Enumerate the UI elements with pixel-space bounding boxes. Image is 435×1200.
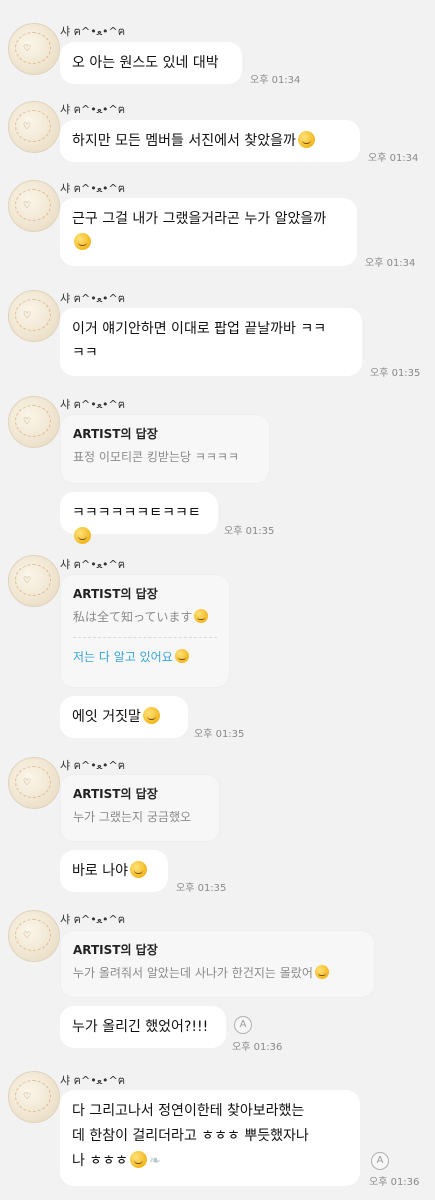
avatar[interactable]: ♡ (8, 101, 60, 153)
heart-icon: ♡ (23, 778, 32, 788)
sender-name: 샤 ฅ^•ﻌ•^ฅ (60, 182, 126, 195)
avatar-doodle (15, 1080, 51, 1112)
message-text-line3: 나 ㅎㅎㅎ (72, 1153, 128, 1169)
smiling-face-emoji-icon (142, 707, 160, 724)
artist-reply-card[interactable]: ARTIST의 답장 누가 그랬는지 궁금했오 (60, 774, 220, 842)
message-bubble[interactable]: 근구 그걸 내가 그랬을거라곤 누가 알았을까 (60, 198, 357, 266)
message-text: 바로 나야 (72, 863, 128, 879)
reply-text: 누가 올려줘서 알았는데 사나가 한건지는 몰랐어 (73, 964, 362, 981)
winking-face-emoji-icon (314, 965, 329, 979)
avatar-doodle (15, 766, 51, 798)
message-time: 오후 01:36 (232, 1042, 283, 1053)
artist-reply-card[interactable]: ARTIST의 답장 누가 올려줘서 알았는데 사나가 한건지는 몰랐어 (60, 930, 375, 998)
avatar-doodle (15, 189, 51, 221)
translation-divider (73, 637, 217, 638)
heart-icon: ♡ (23, 576, 32, 586)
avatar[interactable]: ♡ (8, 290, 60, 342)
message-bubble[interactable]: 하지만 모든 멤버들 서진에서 찾았을까 (60, 120, 360, 162)
reply-title: ARTIST의 답장 (73, 587, 158, 601)
sender-name: 샤 ฅ^•ﻌ•^ฅ (60, 913, 126, 926)
heart-icon: ♡ (23, 311, 32, 321)
message-bubble[interactable]: 다 그리고나서 정연이한테 찾아보라했는 데 한참이 걸리더라고 ㅎㅎㅎ 뿌듯했… (60, 1090, 360, 1186)
avatar[interactable]: ♡ (8, 396, 60, 448)
reply-text: 私は全て知っています (73, 608, 217, 625)
sender-name: 샤 ฅ^•ﻌ•^ฅ (60, 558, 126, 571)
smiling-face-emoji-icon (174, 649, 189, 663)
message-text: 근구 그걸 내가 그랬을거라곤 누가 알았을까 (72, 211, 327, 227)
avatar-doodle (15, 405, 51, 437)
sender-name: 샤 ฅ^•ﻌ•^ฅ (60, 759, 126, 772)
message-time: 오후 01:34 (368, 153, 419, 164)
message-bubble[interactable]: 바로 나야 (60, 850, 168, 892)
message-bubble[interactable]: 오 아는 원스도 있네 대박 (60, 42, 242, 84)
message-time: 오후 01:35 (176, 883, 227, 894)
message-text-line2: ㅋㅋ (72, 345, 98, 361)
message-time: 오후 01:34 (250, 75, 301, 86)
reply-title: ARTIST의 답장 (73, 427, 158, 441)
reply-title: ARTIST의 답장 (73, 943, 158, 957)
sender-name: 샤 ฅ^•ﻌ•^ฅ (60, 292, 126, 305)
heart-icon: ♡ (23, 1092, 32, 1102)
avatar[interactable]: ♡ (8, 180, 60, 232)
heart-icon: ♡ (23, 931, 32, 941)
message-text: 오 아는 원스도 있네 대박 (72, 55, 219, 71)
message-bubble[interactable]: 에잇 거짓말 (60, 696, 188, 738)
heart-icon: ♡ (23, 201, 32, 211)
message-time: 오후 01:35 (370, 368, 421, 379)
heart-icon: ♡ (23, 417, 32, 427)
message-text-line2: 데 한참이 걸리더라고 ㅎㅎㅎ 뿌듯했자나 (72, 1128, 309, 1144)
reply-title: ARTIST의 답장 (73, 787, 158, 801)
sender-name: 샤 ฅ^•ﻌ•^ฅ (60, 1074, 126, 1087)
message-time: 오후 01:35 (194, 729, 245, 740)
avatar[interactable]: ♡ (8, 757, 60, 809)
artist-badge-icon[interactable]: A (234, 1016, 252, 1034)
message-time: 오후 01:36 (369, 1177, 420, 1188)
reply-translation: 저는 다 알고 있어요 (73, 648, 217, 665)
avatar[interactable]: ♡ (8, 23, 60, 75)
reply-text: 누가 그랬는지 궁금했오 (73, 810, 192, 824)
smiling-face-emoji-icon (129, 1151, 147, 1168)
avatar-doodle (15, 32, 51, 64)
message-text: 에잇 거짓말 (72, 709, 141, 725)
smiling-face-emoji-icon (129, 861, 147, 878)
artist-badge-icon[interactable]: A (371, 1152, 389, 1170)
avatar[interactable]: ♡ (8, 555, 60, 607)
message-time: 오후 01:35 (224, 526, 275, 537)
sender-name: 샤 ฅ^•ﻌ•^ฅ (60, 103, 126, 116)
artist-reply-card[interactable]: ARTIST의 답장 私は全て知っています 저는 다 알고 있어요 (60, 574, 230, 688)
avatar-doodle (15, 110, 51, 142)
message-text: 누가 올리긴 했었어?!!! (72, 1019, 209, 1035)
heart-icon: ♡ (23, 44, 32, 54)
artist-reply-card[interactable]: ARTIST의 답장 표정 이모티콘 킹받는당 ㅋㅋㅋㅋ (60, 414, 270, 484)
message-bubble[interactable]: 누가 올리긴 했었어?!!! (60, 1006, 226, 1048)
message-text: 다 그리고나서 정연이한테 찾아보라했는 (72, 1103, 305, 1119)
heart-icon: ♡ (23, 122, 32, 132)
avatar[interactable]: ♡ (8, 1071, 60, 1123)
avatar-doodle (15, 919, 51, 951)
message-bubble[interactable]: 이거 얘기안하면 이대로 팝업 끝날까바 ㅋㅋ ㅋㅋ (60, 308, 362, 376)
avatar-doodle (15, 564, 51, 596)
sender-name: 샤 ฅ^•ﻌ•^ฅ (60, 25, 126, 38)
smiling-face-emoji-icon (74, 527, 91, 544)
sender-name: 샤 ฅ^•ﻌ•^ฅ (60, 398, 126, 411)
smiling-face-emoji-icon (297, 131, 315, 148)
message-bubble[interactable]: ㅋㅋㅋㅋㅋㅋㅌㅋㅋㅌ (60, 492, 218, 544)
message-time: 오후 01:34 (365, 258, 416, 269)
message-text: 이거 얘기안하면 이대로 팝업 끝날까바 ㅋㅋ (72, 321, 327, 337)
message-text: ㅋㅋㅋㅋㅋㅋㅌㅋㅋㅌ (72, 505, 201, 521)
reply-text: 표정 이모티콘 킹받는당 ㅋㅋㅋㅋ (73, 450, 240, 464)
smiling-face-emoji-icon (74, 233, 91, 250)
feather-icon: ❧ (148, 1153, 161, 1169)
avatar-doodle (15, 299, 51, 331)
message-text: 하지만 모든 멤버들 서진에서 찾았을까 (72, 133, 296, 149)
avatar[interactable]: ♡ (8, 910, 60, 962)
smiling-face-emoji-icon (194, 609, 209, 623)
